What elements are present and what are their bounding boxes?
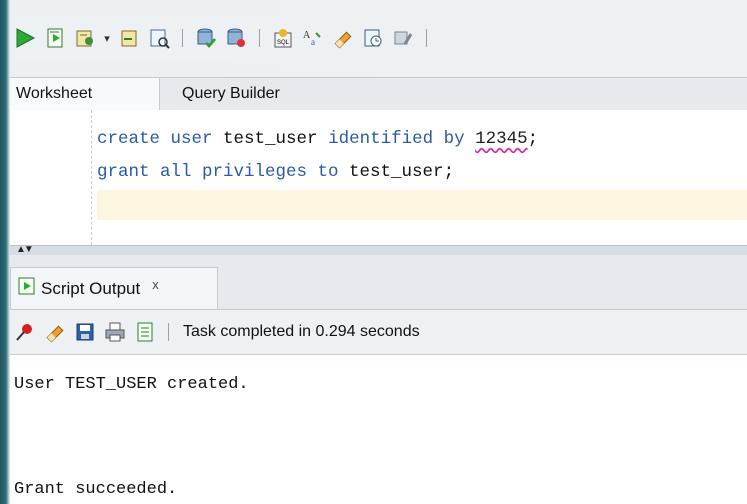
keyword: grant all privileges to bbox=[97, 162, 339, 182]
code-line-1: create user test_user identified by 1234… bbox=[97, 124, 747, 154]
output-tab-bar: Script Output x bbox=[10, 255, 747, 310]
tab-worksheet[interactable]: Worksheet bbox=[10, 78, 160, 110]
commit-icon[interactable] bbox=[70, 23, 100, 53]
toolbar-separator bbox=[182, 29, 183, 47]
output-toolbar: Task completed in 0.294 seconds bbox=[10, 310, 747, 355]
script-output-icon bbox=[17, 276, 37, 301]
tab-query-builder[interactable]: Query Builder bbox=[182, 78, 280, 110]
close-icon[interactable]: x bbox=[152, 277, 159, 292]
print-icon[interactable] bbox=[100, 317, 130, 347]
script-output-area[interactable]: User TEST_USER created. Grant succeeded. bbox=[10, 355, 747, 504]
tools-icon[interactable] bbox=[388, 23, 418, 53]
sql-editor[interactable]: create user test_user identified by 1234… bbox=[10, 110, 747, 245]
worksheet-tab-bar: Worksheet Query Builder bbox=[10, 77, 747, 111]
password-literal: 12345 bbox=[475, 129, 528, 149]
rollback-icon[interactable] bbox=[114, 23, 144, 53]
history-icon[interactable] bbox=[358, 23, 388, 53]
autotrace-icon[interactable] bbox=[191, 23, 221, 53]
chevron-down-icon[interactable]: ▾ bbox=[100, 23, 114, 53]
identifier: test_user bbox=[212, 129, 329, 149]
tab-label: Script Output bbox=[41, 278, 141, 298]
svg-text:SQL: SQL bbox=[277, 40, 290, 46]
worksheet-toolbar: ▾ SQL Aa bbox=[10, 16, 747, 60]
save-icon[interactable] bbox=[70, 317, 100, 347]
splitter-arrows-icon[interactable]: ▲▼ bbox=[16, 244, 34, 255]
tab-script-output[interactable]: Script Output x bbox=[10, 267, 218, 309]
clear-output-icon[interactable] bbox=[40, 317, 70, 347]
toolbar-separator bbox=[259, 29, 260, 47]
sql-history-icon[interactable]: SQL bbox=[268, 23, 298, 53]
open-script-icon[interactable] bbox=[130, 317, 160, 347]
toolbar-separator bbox=[168, 323, 169, 341]
pin-icon[interactable] bbox=[10, 317, 40, 347]
keyword: create user bbox=[97, 129, 213, 149]
run-script-icon[interactable] bbox=[40, 23, 70, 53]
svg-text:a: a bbox=[311, 37, 315, 47]
svg-text:A: A bbox=[303, 30, 311, 41]
output-line: Grant succeeded. bbox=[14, 480, 178, 499]
status-text: Task completed in 0.294 seconds bbox=[183, 323, 420, 340]
code-line-2: grant all privileges to test_user; bbox=[97, 157, 747, 187]
terminator: ; bbox=[527, 129, 539, 149]
identifier: test_user; bbox=[338, 162, 455, 182]
output-line: User TEST_USER created. bbox=[14, 375, 249, 394]
explain-plan-icon[interactable] bbox=[144, 23, 174, 53]
keyword: identified by bbox=[328, 129, 465, 149]
clear-icon[interactable] bbox=[328, 23, 358, 53]
run-statement-icon[interactable] bbox=[10, 23, 40, 53]
format-icon[interactable]: Aa bbox=[298, 23, 328, 53]
current-line-highlight[interactable] bbox=[97, 190, 747, 220]
sql-tuning-icon[interactable] bbox=[221, 23, 251, 53]
toolbar-separator bbox=[426, 29, 427, 47]
editor-gutter-guide bbox=[91, 110, 92, 245]
